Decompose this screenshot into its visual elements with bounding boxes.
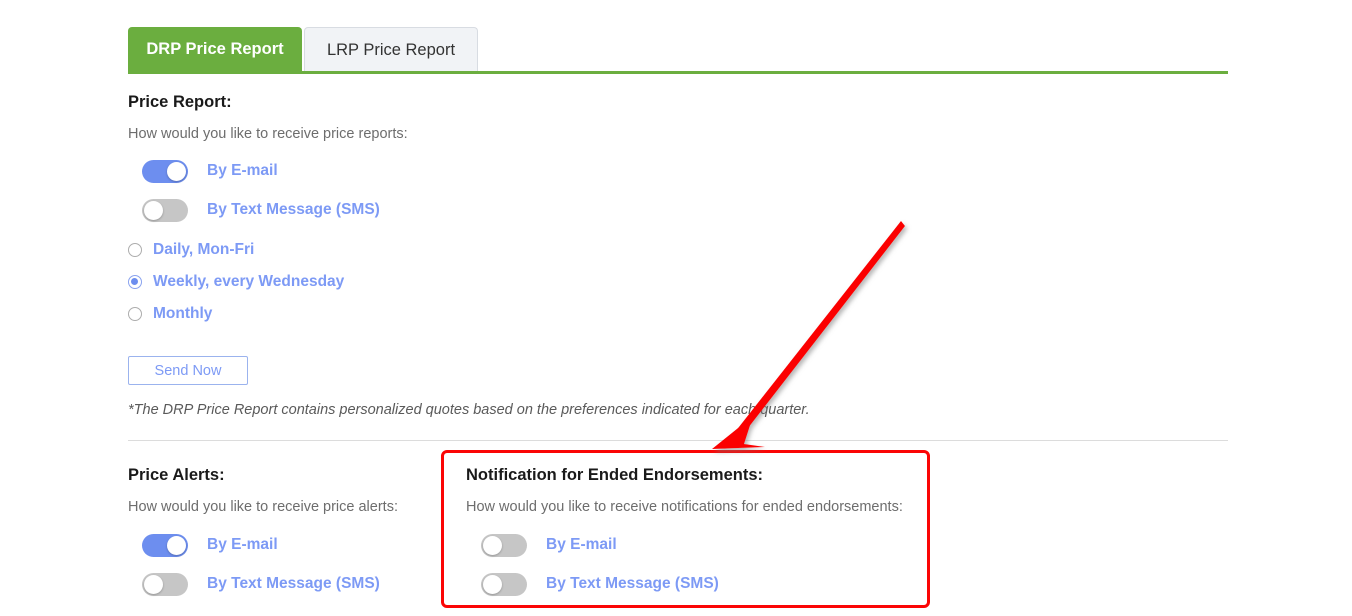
toggle-label-endorsement-sms: By Text Message (SMS) xyxy=(546,575,719,592)
toggle-price-report-email[interactable] xyxy=(142,159,188,183)
toggle-knob xyxy=(483,574,502,594)
radio-label-daily: Daily, Mon-Fri xyxy=(153,241,255,258)
tab-underline xyxy=(128,71,1228,74)
send-now-button[interactable]: Send Now xyxy=(128,356,248,385)
toggle-price-alerts-email[interactable] xyxy=(142,533,188,557)
tab-drp-price-report[interactable]: DRP Price Report xyxy=(128,27,302,72)
price-report-subtitle: How would you like to receive price repo… xyxy=(128,126,408,142)
toggle-row-endorsement-sms: By Text Message (SMS) xyxy=(481,569,719,599)
price-alerts-title: Price Alerts: xyxy=(128,466,225,484)
toggle-endorsement-email[interactable] xyxy=(481,533,527,557)
toggle-knob xyxy=(167,535,186,555)
radio-row-monthly[interactable]: Monthly xyxy=(128,298,344,330)
radio-label-monthly: Monthly xyxy=(153,305,213,322)
toggle-price-alerts-sms[interactable] xyxy=(142,572,188,596)
toggle-label-alert-sms: By Text Message (SMS) xyxy=(207,575,380,592)
price-report-frequency-group: Daily, Mon-Fri Weekly, every Wednesday M… xyxy=(128,234,344,330)
radio-row-weekly[interactable]: Weekly, every Wednesday xyxy=(128,266,344,298)
toggle-label-email: By E-mail xyxy=(207,162,278,179)
toggle-row-sms: By Text Message (SMS) xyxy=(142,195,380,225)
toggle-price-report-sms[interactable] xyxy=(142,198,188,222)
toggle-knob xyxy=(144,574,163,594)
section-divider xyxy=(128,440,1228,441)
ended-endorsements-title: Notification for Ended Endorsements: xyxy=(466,466,764,484)
price-report-title: Price Report: xyxy=(128,93,232,111)
report-tab-bar: DRP Price Report LRP Price Report xyxy=(128,27,1228,74)
toggle-endorsement-sms[interactable] xyxy=(481,572,527,596)
radio-weekly-wednesday[interactable] xyxy=(128,275,142,289)
toggle-knob xyxy=(167,161,186,181)
toggle-knob xyxy=(483,535,502,555)
price-report-footnote: *The DRP Price Report contains personali… xyxy=(128,402,810,418)
toggle-row-alert-sms: By Text Message (SMS) xyxy=(142,569,380,599)
toggle-row-alert-email: By E-mail xyxy=(142,530,380,560)
radio-label-weekly: Weekly, every Wednesday xyxy=(153,273,345,290)
toggle-row-email: By E-mail xyxy=(142,156,380,186)
toggle-knob xyxy=(144,200,163,220)
toggle-label-sms: By Text Message (SMS) xyxy=(207,201,380,218)
price-report-delivery-toggles: By E-mail By Text Message (SMS) xyxy=(142,156,380,225)
price-alerts-subtitle: How would you like to receive price aler… xyxy=(128,499,398,515)
toggle-label-endorsement-email: By E-mail xyxy=(546,536,617,553)
radio-row-daily[interactable]: Daily, Mon-Fri xyxy=(128,234,344,266)
ended-endorsements-toggles: By E-mail By Text Message (SMS) xyxy=(481,530,719,599)
toggle-label-alert-email: By E-mail xyxy=(207,536,278,553)
tab-lrp-price-report[interactable]: LRP Price Report xyxy=(304,27,478,72)
toggle-row-endorsement-email: By E-mail xyxy=(481,530,719,560)
radio-daily-mon-fri[interactable] xyxy=(128,243,142,257)
radio-monthly[interactable] xyxy=(128,307,142,321)
price-alerts-toggles: By E-mail By Text Message (SMS) xyxy=(142,530,380,599)
price-report-settings-page: DRP Price Report LRP Price Report Price … xyxy=(0,0,1352,616)
ended-endorsements-subtitle: How would you like to receive notificati… xyxy=(466,499,903,515)
